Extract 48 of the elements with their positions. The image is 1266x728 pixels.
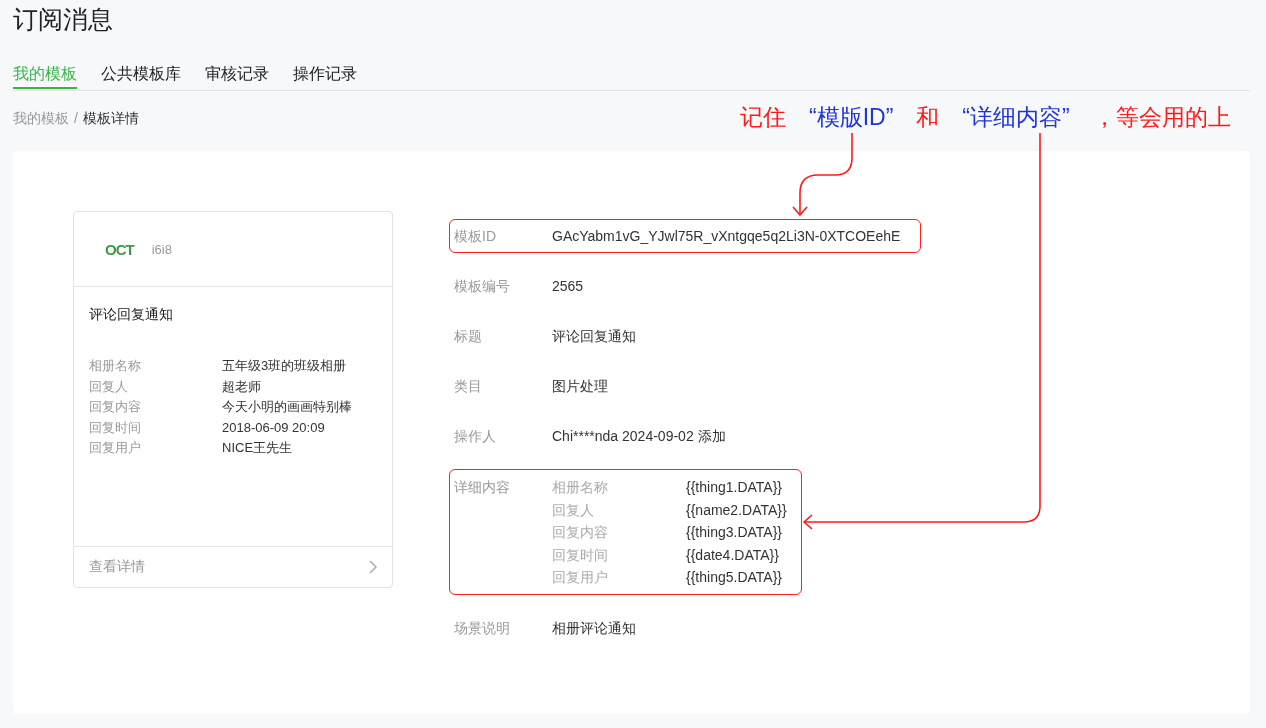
field-label: 回复人	[89, 377, 129, 396]
detail-label: 模板ID	[454, 227, 497, 246]
detail-value: Chi****nda 2024-09-02 添加	[552, 427, 726, 446]
field-value: 今天小明的画画特别棒	[222, 398, 353, 416]
detail-value: 相册评论通知	[552, 619, 636, 638]
field-label: 回复时间	[552, 545, 609, 565]
detail-value: 图片处理	[552, 377, 608, 396]
field-label: 回复用户	[552, 568, 609, 587]
field-value: 五年级3班的班级相册	[222, 357, 348, 375]
page-title: 订阅消息	[13, 4, 114, 35]
detail-label: 场景说明	[454, 619, 511, 638]
annotation-text: “详细内容”	[962, 103, 1070, 131]
field-label: 相册名称	[552, 478, 609, 497]
annotation-text: ，等会用的上	[1092, 103, 1231, 131]
field-placeholder-value: {{thing1.DATA}}	[686, 478, 783, 497]
detail-label: 类目	[454, 377, 483, 396]
field-value: 超老师	[222, 377, 262, 396]
field-placeholder-value: {{date4.DATA}}	[686, 545, 780, 565]
annotation-text: 记住	[740, 103, 786, 131]
annotation-text: 和	[916, 103, 940, 131]
detail-label: 标题	[454, 327, 483, 346]
card-title: 评论回复通知	[88, 305, 174, 323]
account-logo: OCT	[105, 240, 134, 258]
field-label: 回复人	[552, 500, 595, 520]
breadcrumb-item: 模板详情	[82, 109, 139, 128]
detail-label: 模板编号	[454, 277, 511, 296]
field-label: 回复内容	[552, 523, 609, 542]
account-name: i6i8	[151, 241, 172, 257]
annotation-text: “模版ID”	[809, 103, 894, 131]
detail-label: 操作人	[454, 427, 497, 446]
detail-value: GAcYabm1vG_YJwl75R_vXntgqe5q2Li3N-0XTCOEehE	[552, 227, 901, 246]
tab[interactable]: 操作记录	[293, 61, 357, 89]
field-value: 2018-06-09 20:09	[222, 418, 326, 437]
field-label: 回复用户	[89, 439, 142, 457]
tab[interactable]: 公共模板库	[101, 61, 181, 89]
tab[interactable]: 审核记录	[205, 61, 269, 89]
field-label: 回复内容	[89, 398, 142, 416]
field-placeholder-value: {{name2.DATA}}	[686, 500, 787, 520]
field-placeholder-value: {{thing3.DATA}}	[686, 523, 783, 542]
field-placeholder-value: {{thing5.DATA}}	[686, 568, 783, 587]
field-value: NICE王先生	[222, 439, 294, 457]
breadcrumb-separator: /	[74, 109, 78, 128]
detail-label: 详细内容	[454, 478, 511, 497]
detail-value: 评论回复通知	[552, 327, 636, 346]
detail-value: 2565	[552, 277, 584, 296]
field-label: 回复时间	[89, 418, 142, 437]
field-label: 相册名称	[89, 357, 142, 375]
chevron-right-icon	[369, 560, 377, 574]
